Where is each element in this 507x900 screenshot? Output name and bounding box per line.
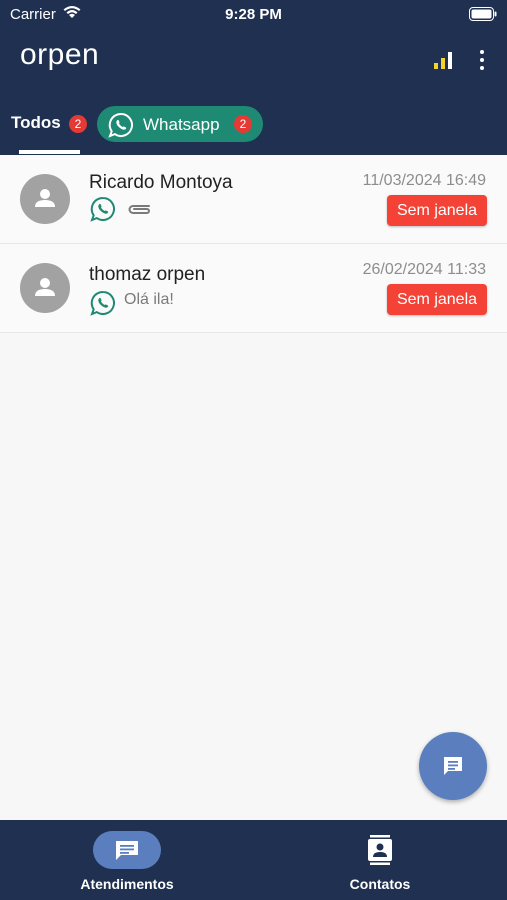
new-message-button[interactable] — [419, 732, 487, 800]
active-tab-indicator — [19, 150, 80, 154]
conversation-timestamp: 11/03/2024 16:49 — [362, 172, 486, 189]
nav-atendimentos-label: Atendimentos — [80, 876, 174, 892]
conversation-list: Ricardo Montoya 11/03/2024 16:49 Sem jan… — [0, 155, 507, 333]
whatsapp-icon — [90, 196, 116, 227]
status-time: 9:28 PM — [225, 6, 282, 23]
battery-icon — [469, 7, 497, 26]
nav-atendimentos[interactable]: Atendimentos — [27, 820, 227, 900]
person-icon — [35, 189, 55, 207]
bottom-navigation: Atendimentos Contatos — [0, 820, 507, 900]
status-badge: Sem janela — [387, 284, 487, 315]
tab-todos-label: Todos — [11, 113, 61, 132]
whatsapp-icon — [90, 290, 116, 321]
person-icon — [35, 278, 55, 296]
whatsapp-icon — [108, 112, 134, 143]
message-preview: Olá ila! — [124, 291, 174, 308]
chat-icon — [116, 841, 138, 860]
status-bar: Carrier 9:28 PM — [0, 0, 507, 30]
app-logo: orpen — [20, 38, 100, 71]
status-badge: Sem janela — [387, 195, 487, 226]
nav-active-indicator — [93, 831, 161, 869]
conversation-timestamp: 26/02/2024 11:33 — [362, 261, 486, 278]
more-options-icon[interactable] — [474, 48, 490, 72]
tab-whatsapp-label: Whatsapp — [143, 115, 220, 134]
avatar — [20, 263, 70, 313]
paperclip-icon — [125, 201, 153, 222]
app-header: Carrier 9:28 PM orpen Todos 2 Whatsapp 2 — [0, 0, 507, 155]
contact-name: Ricardo Montoya — [89, 172, 233, 193]
tab-whatsapp-count-badge: 2 — [234, 115, 252, 133]
contacts-icon — [367, 835, 393, 870]
connection-signal-icon[interactable] — [434, 50, 454, 75]
conversation-row[interactable]: thomaz orpen Olá ila! 26/02/2024 11:33 S… — [0, 244, 507, 333]
nav-contatos[interactable]: Contatos — [280, 820, 480, 900]
contact-name: thomaz orpen — [89, 264, 206, 285]
message-icon — [444, 757, 462, 775]
tab-todos-count-badge: 2 — [69, 115, 87, 133]
conversation-row[interactable]: Ricardo Montoya 11/03/2024 16:49 Sem jan… — [0, 155, 507, 244]
tab-whatsapp[interactable]: Whatsapp 2 — [97, 106, 263, 142]
nav-contatos-label: Contatos — [349, 876, 411, 892]
avatar — [20, 174, 70, 224]
